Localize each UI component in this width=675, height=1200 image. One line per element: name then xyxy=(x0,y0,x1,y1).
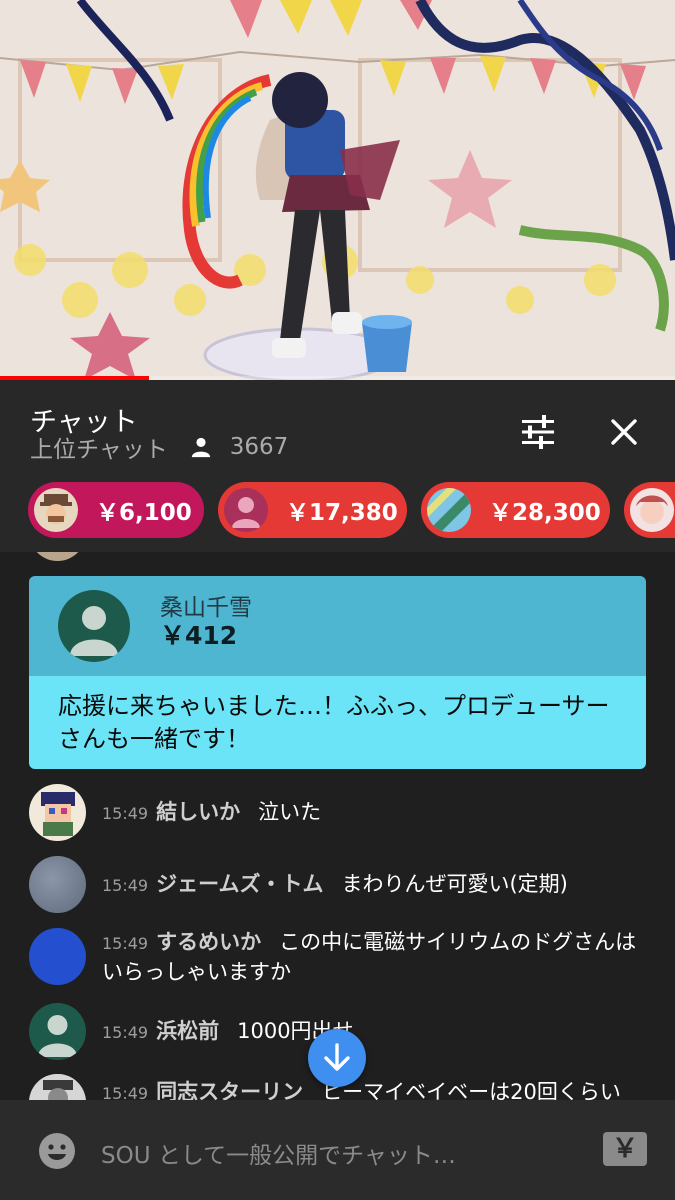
ticker-amount: ￥17,380 xyxy=(286,500,398,526)
message-time: 15:49 xyxy=(102,804,149,823)
chat-message[interactable]: 15:49 するめいか この中に電磁サイリウムのドグさんはいらっしゃいますか xyxy=(0,928,675,992)
super-chat-ticker-row: ￥6,100 ￥17,380 ￥28,300 xyxy=(0,480,675,542)
message-author[interactable]: ジェームズ・トム xyxy=(156,872,323,896)
avatar xyxy=(29,784,86,841)
message-time: 15:49 xyxy=(102,1084,149,1100)
avatar xyxy=(29,1003,86,1060)
avatar xyxy=(29,552,86,561)
message-text: 泣いた xyxy=(258,800,322,824)
super-chat-card[interactable]: 桑山千雪 ￥412 応援に来ちゃいました…！ふふっ、プロデューサーさんも一緒です… xyxy=(29,576,646,769)
message-time: 15:49 xyxy=(102,1023,149,1042)
tune-icon xyxy=(522,415,554,449)
default-avatar-icon xyxy=(38,1015,77,1057)
video-player[interactable] xyxy=(0,0,675,380)
avatar xyxy=(29,856,86,913)
message-time: 15:49 xyxy=(102,876,149,895)
video-frame-figure xyxy=(0,0,675,380)
person-icon xyxy=(191,437,210,458)
ticker-amount: ￥6,100 xyxy=(96,500,192,526)
message-author[interactable]: 結しいか xyxy=(156,800,240,824)
chat-message[interactable]: 15:49 結しいか 泣いた xyxy=(0,784,675,844)
ticker-item[interactable]: ￥28,300 xyxy=(421,482,610,538)
chat-mode-label: 上位チャット xyxy=(30,437,168,463)
avatar xyxy=(29,928,86,985)
message-author[interactable]: 同志スターリン xyxy=(156,1080,303,1100)
super-chat-amount: ￥412 xyxy=(160,621,238,650)
close-icon xyxy=(611,419,637,445)
chat-message-list[interactable]: 桑山千雪 ￥412 応援に来ちゃいました…！ふふっ、プロデューサーさんも一緒です… xyxy=(0,552,675,1100)
message-text: ヒーマイベイベーは20回くらい xyxy=(321,1080,621,1100)
arrow-down-icon xyxy=(324,1043,350,1071)
chat-header: チャット 上位チャット 3667 ￥6,100 ￥17,380 ￥28,300 xyxy=(0,380,675,552)
chat-input-bar: SOU として一般公開でチャット… ￥ xyxy=(0,1100,675,1200)
ticker-avatar xyxy=(630,488,674,532)
ticker-avatar xyxy=(427,488,471,532)
filter-button[interactable] xyxy=(516,410,560,454)
ticker-item[interactable] xyxy=(624,482,675,538)
message-time: 15:49 xyxy=(102,934,149,953)
message-author[interactable]: するめいか xyxy=(156,930,261,954)
ticker-item[interactable]: ￥17,380 xyxy=(218,482,407,538)
ticker-avatar xyxy=(224,488,268,532)
super-chat-message: 応援に来ちゃいました…！ふふっ、プロデューサーさんも一緒です！ xyxy=(29,676,646,769)
chat-mode-selector[interactable]: 上位チャット 3667 xyxy=(30,432,289,463)
emoji-icon[interactable] xyxy=(38,1132,76,1170)
close-chat-button[interactable] xyxy=(602,410,646,454)
chat-input[interactable]: SOU として一般公開でチャット… xyxy=(101,1136,456,1170)
viewer-count: 3667 xyxy=(229,434,289,460)
scroll-to-latest-button[interactable] xyxy=(308,1029,366,1087)
chat-message[interactable]: 15:49 ジェームズ・トム まわりんぜ可愛い(定期) xyxy=(0,856,675,916)
avatar xyxy=(58,590,130,662)
super-chat-header: 桑山千雪 ￥412 xyxy=(29,576,646,676)
ticker-avatar xyxy=(34,488,78,532)
ticker-item[interactable]: ￥6,100 xyxy=(28,482,204,538)
super-chat-button[interactable]: ￥ xyxy=(603,1132,647,1166)
avatar xyxy=(29,1074,86,1100)
default-avatar-icon xyxy=(70,606,118,656)
message-author[interactable]: 浜松前 xyxy=(156,1019,219,1043)
message-text: まわりんぜ可愛い(定期) xyxy=(341,872,568,896)
ticker-amount: ￥28,300 xyxy=(489,500,601,526)
